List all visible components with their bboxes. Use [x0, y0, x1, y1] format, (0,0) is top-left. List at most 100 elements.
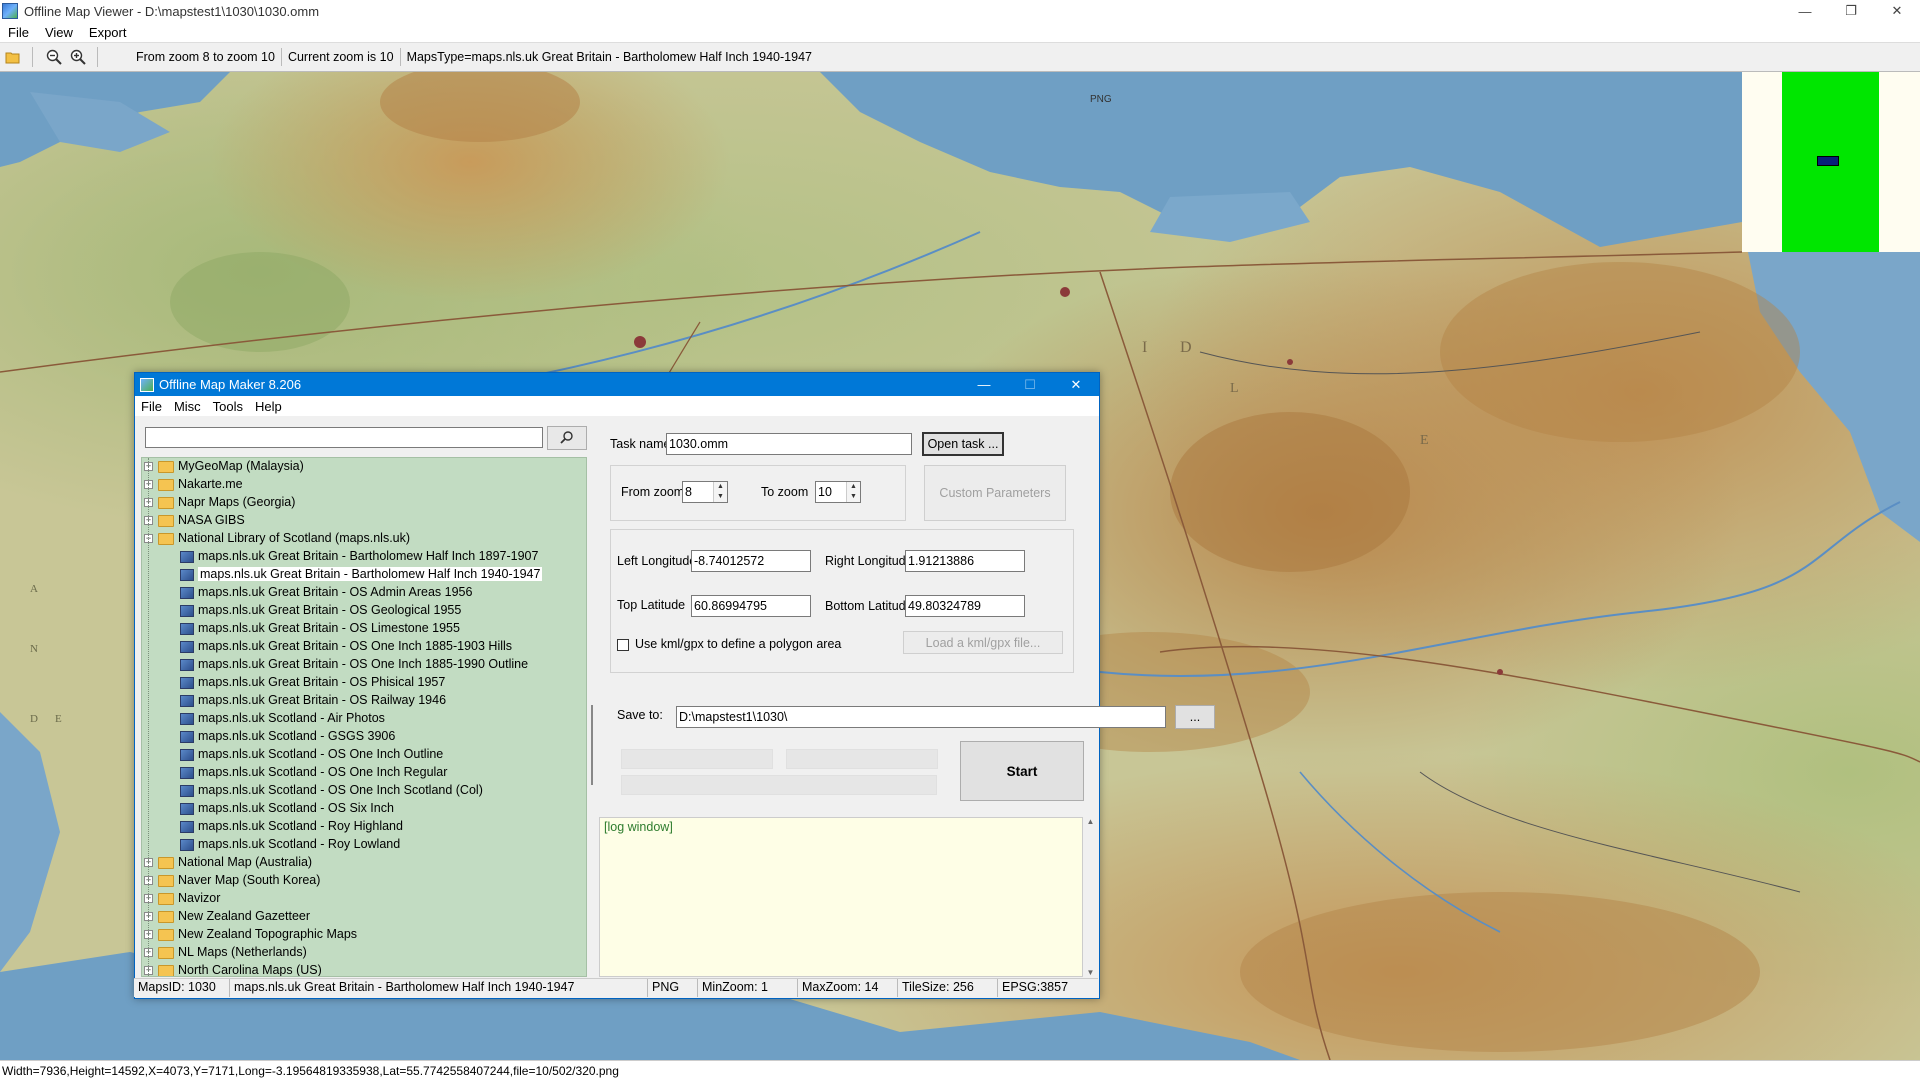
zoom-in-icon[interactable]	[67, 46, 89, 68]
maps-tree[interactable]: + MyGeoMap (Malaysia) + Nakarte.me + Napr Map…	[141, 457, 587, 977]
map-label: PNG	[1090, 94, 1112, 105]
zoom-out-icon[interactable]	[43, 46, 65, 68]
from-zoom-spinner[interactable]: 8 ▲ ▼	[682, 481, 728, 503]
maker-statusbar: MapsID: 1030 maps.nls.uk Great Britain -…	[134, 978, 1098, 997]
bottom-latitude-input[interactable]: 49.80324789	[905, 595, 1025, 617]
tree-map-item[interactable]: maps.nls.uk Scotland - GSGS 3906	[142, 728, 586, 746]
search-button[interactable]	[547, 426, 587, 450]
tree-item-label: maps.nls.uk Great Britain - OS Limestone…	[198, 621, 460, 635]
map-label: I	[1142, 339, 1161, 356]
map-layer-icon	[180, 677, 194, 689]
right-longitude-input[interactable]: 1.91213886	[905, 550, 1025, 572]
tree-map-item[interactable]: maps.nls.uk Great Britain - OS Admin Are…	[142, 584, 586, 602]
maximize-icon[interactable]: ☐	[1007, 373, 1053, 396]
maps-search-input[interactable]	[145, 427, 543, 448]
overview-minimap[interactable]	[1742, 72, 1920, 252]
tree-folder-item[interactable]: + Napr Maps (Georgia)	[142, 494, 586, 512]
map-layer-icon	[180, 731, 194, 743]
custom-parameters-button[interactable]: Custom Parameters	[924, 465, 1066, 521]
menu-file[interactable]: File	[0, 25, 37, 40]
tree-item-label: North Carolina Maps (US)	[178, 963, 322, 977]
hill-shade	[1240, 892, 1760, 1052]
map-layer-icon	[180, 713, 194, 725]
tree-folder-item[interactable]: + National Map (Australia)	[142, 854, 586, 872]
tree-folder-item[interactable]: + New Zealand Topographic Maps	[142, 926, 586, 944]
open-folder-icon[interactable]	[2, 46, 24, 68]
current-zoom-text: Current zoom is 10	[282, 48, 401, 66]
menu-help[interactable]: Help	[249, 399, 288, 414]
tree-map-item[interactable]: maps.nls.uk Great Britain - OS Limestone…	[142, 620, 586, 638]
tree-map-item[interactable]: maps.nls.uk Great Britain - OS Phisical …	[142, 674, 586, 692]
spin-up-icon[interactable]: ▲	[847, 482, 860, 492]
maker-titlebar: Offline Map Maker 8.206 — ☐ ✕	[135, 373, 1099, 396]
tree-folder-item[interactable]: + NL Maps (Netherlands)	[142, 944, 586, 962]
spin-down-icon[interactable]: ▼	[714, 492, 727, 502]
from-zoom-arrows[interactable]: ▲ ▼	[713, 482, 727, 502]
status-max-zoom: MaxZoom: 14	[798, 979, 898, 997]
browse-folder-button[interactable]: ...	[1175, 705, 1215, 729]
progress-bar-total	[621, 775, 937, 795]
start-button[interactable]: Start	[960, 741, 1084, 801]
tree-map-item[interactable]: maps.nls.uk Scotland - OS One Inch Regul…	[142, 764, 586, 782]
top-latitude-input[interactable]: 60.86994795	[691, 595, 811, 617]
tree-map-item[interactable]: maps.nls.uk Great Britain - OS One Inch …	[142, 638, 586, 656]
minimize-icon[interactable]: —	[961, 373, 1007, 396]
menu-export[interactable]: Export	[81, 25, 135, 40]
close-icon[interactable]: ✕	[1874, 0, 1920, 22]
tree-folder-item[interactable]: + MyGeoMap (Malaysia)	[142, 458, 586, 476]
log-text: [log window]	[604, 820, 673, 834]
log-window[interactable]: [log window]	[599, 817, 1083, 977]
viewer-window-controls: — ❐ ✕	[1782, 0, 1920, 22]
log-scrollbar[interactable]: ▲ ▼	[1083, 817, 1098, 977]
minimap-viewport-rect[interactable]	[1817, 156, 1839, 166]
tree-map-item[interactable]: maps.nls.uk Scotland - OS Six Inch	[142, 800, 586, 818]
tree-map-item[interactable]: maps.nls.uk Great Britain - OS One Inch …	[142, 656, 586, 674]
kml-checkbox[interactable]	[617, 639, 629, 651]
tree-map-item[interactable]: maps.nls.uk Scotland - OS One Inch Outli…	[142, 746, 586, 764]
to-zoom-spinner[interactable]: 10 ▲ ▼	[815, 481, 861, 503]
tree-map-item[interactable]: maps.nls.uk Great Britain - Bartholomew …	[142, 548, 586, 566]
progress-bar-1	[621, 749, 773, 769]
menu-misc[interactable]: Misc	[168, 399, 207, 414]
open-task-button[interactable]: Open task ...	[922, 432, 1004, 456]
folder-icon	[158, 875, 174, 887]
viewer-toolbar: From zoom 8 to zoom 10 Current zoom is 1…	[0, 42, 1920, 72]
minimize-icon[interactable]: —	[1782, 0, 1828, 22]
tree-folder-item[interactable]: + North Carolina Maps (US)	[142, 962, 586, 977]
menu-view[interactable]: View	[37, 25, 81, 40]
status-maps-id: MapsID: 1030	[134, 979, 230, 997]
to-zoom-arrows[interactable]: ▲ ▼	[846, 482, 860, 502]
tree-scrollbar-thumb[interactable]	[591, 705, 593, 785]
menu-tools[interactable]: Tools	[207, 399, 249, 414]
left-longitude-input[interactable]: -8.74012572	[691, 550, 811, 572]
tree-map-item[interactable]: maps.nls.uk Scotland - Air Photos	[142, 710, 586, 728]
tree-map-item[interactable]: maps.nls.uk Scotland - OS One Inch Scotl…	[142, 782, 586, 800]
scroll-up-icon[interactable]: ▲	[1083, 817, 1098, 826]
tree-item-label: maps.nls.uk Scotland - OS Six Inch	[198, 801, 394, 815]
close-icon[interactable]: ✕	[1053, 373, 1099, 396]
scroll-down-icon[interactable]: ▼	[1083, 968, 1098, 977]
restore-icon[interactable]: ❐	[1828, 0, 1874, 22]
from-zoom-label: From zoom	[621, 485, 685, 499]
tree-map-item[interactable]: maps.nls.uk Great Britain - OS Geologica…	[142, 602, 586, 620]
spin-down-icon[interactable]: ▼	[847, 492, 860, 502]
tree-folder-item[interactable]: + NASA GIBS	[142, 512, 586, 530]
from-zoom-value: 8	[685, 485, 692, 499]
tree-folder-item[interactable]: + New Zealand Gazetteer	[142, 908, 586, 926]
folder-icon	[158, 515, 174, 527]
menu-file[interactable]: File	[135, 399, 168, 414]
tree-map-item[interactable]: maps.nls.uk Scotland - Roy Lowland	[142, 836, 586, 854]
tree-map-item[interactable]: maps.nls.uk Scotland - Roy Highland	[142, 818, 586, 836]
tree-folder-item[interactable]: − National Library of Scotland (maps.nls.…	[142, 530, 586, 548]
tree-folder-item[interactable]: + Naver Map (South Korea)	[142, 872, 586, 890]
tree-item-label: maps.nls.uk Great Britain - OS One Inch …	[198, 639, 513, 653]
tree-folder-item[interactable]: + Navizor	[142, 890, 586, 908]
save-to-input[interactable]: D:\mapstest1\1030\	[676, 706, 1166, 728]
tree-map-item[interactable]: maps.nls.uk Great Britain - OS Railway 1…	[142, 692, 586, 710]
tree-map-item[interactable]: maps.nls.uk Great Britain - Bartholomew …	[142, 566, 586, 584]
tree-item-label: maps.nls.uk Scotland - Air Photos	[198, 711, 385, 725]
task-name-input[interactable]: 1030.omm	[666, 433, 912, 455]
spin-up-icon[interactable]: ▲	[714, 482, 727, 492]
tree-folder-item[interactable]: + Nakarte.me	[142, 476, 586, 494]
load-kml-button[interactable]: Load a kml/gpx file...	[903, 631, 1063, 654]
